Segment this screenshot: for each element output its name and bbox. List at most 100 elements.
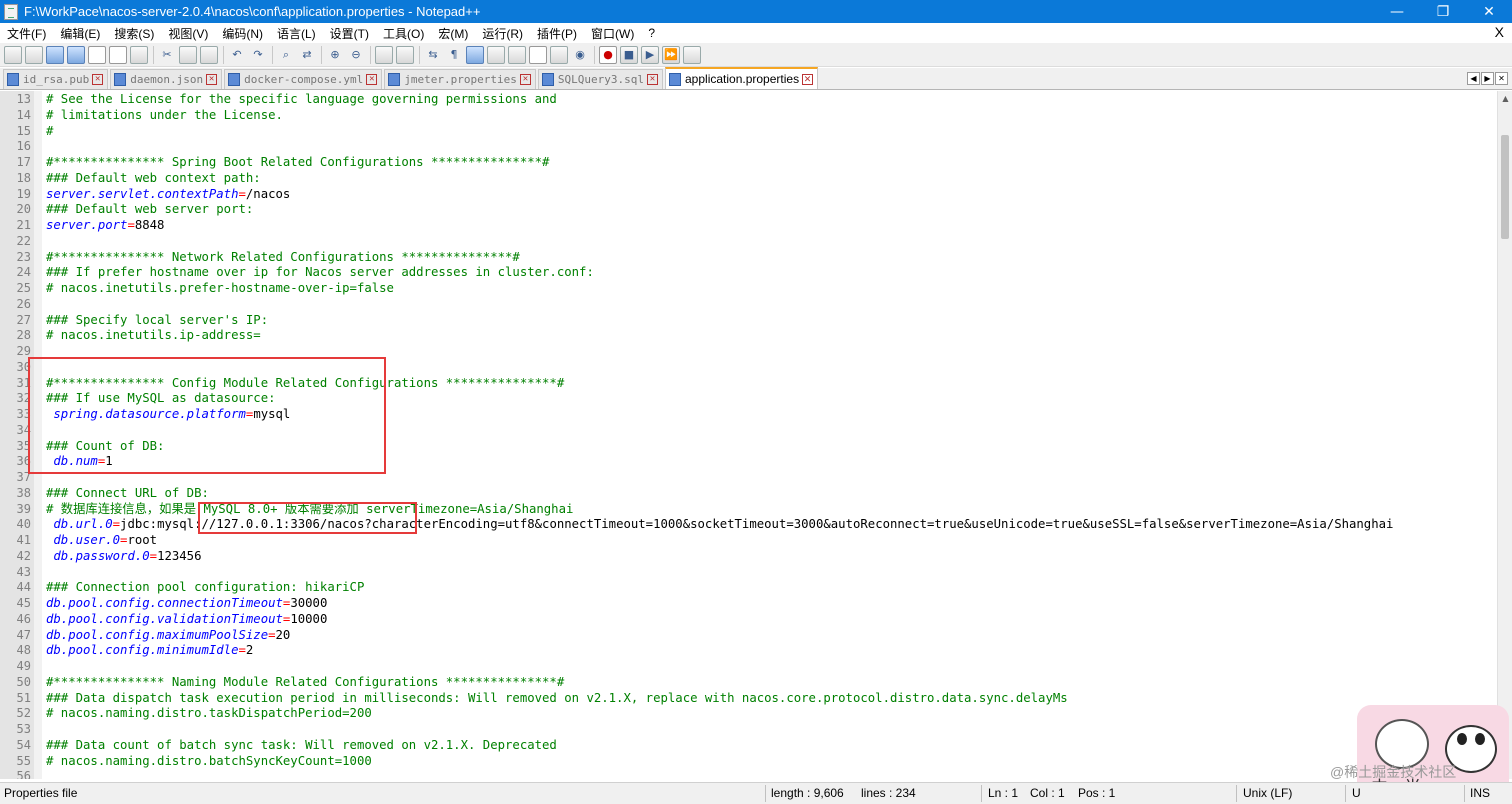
tab-sqlquery3-sql[interactable]: SQLQuery3.sql ✕ (537, 69, 663, 89)
run-macro-multiple-icon[interactable]: ⏩ (662, 45, 680, 64)
line-content: # 数据库连接信息，如果是 MySQL 8.0+ 版本需要添加 serverTi… (46, 502, 573, 518)
save-macro-icon[interactable] (683, 45, 701, 64)
undo-icon[interactable]: ↶ (228, 46, 246, 64)
token-eq: = (238, 186, 246, 201)
close-document-button[interactable]: X (1495, 24, 1504, 40)
close-window-button[interactable]: ✕ (1466, 0, 1512, 23)
tab-close-icon[interactable]: ✕ (206, 74, 218, 85)
replace-icon[interactable]: ⇄ (298, 46, 316, 64)
token-key: db.pool.config.validationTimeout (46, 611, 283, 626)
menu-tools[interactable]: 工具(O) (376, 25, 431, 42)
sync-vertical-icon[interactable] (375, 45, 393, 64)
menu-settings[interactable]: 设置(T) (323, 25, 376, 42)
copy-icon[interactable] (179, 45, 197, 64)
title-bar: F:\WorkPace\nacos-server-2.0.4\nacos\con… (0, 0, 1512, 23)
menu-file[interactable]: 文件(F) (0, 25, 53, 42)
status-lines: lines : 234 (861, 786, 916, 800)
monitor-icon[interactable]: ◉ (571, 46, 589, 64)
user-lang-icon[interactable] (487, 45, 505, 64)
token-key: db.num (53, 454, 98, 469)
play-macro-icon[interactable]: ▶ (641, 45, 659, 64)
maximize-button[interactable]: ❐ (1420, 0, 1466, 23)
close-tab-icon[interactable]: ✕ (1495, 72, 1508, 85)
scroll-up-icon[interactable]: ▲ (1498, 91, 1512, 106)
paste-icon[interactable] (200, 45, 218, 64)
print-icon[interactable] (130, 45, 148, 64)
line-content: db.url.0=jdbc:mysql://127.0.0.1:3306/nac… (46, 517, 1393, 533)
menu-run[interactable]: 运行(R) (475, 25, 530, 42)
tab-close-icon[interactable]: ✕ (92, 74, 104, 85)
line-number: 22 (16, 233, 31, 248)
tab-scroll-left-icon[interactable]: ◀ (1467, 72, 1480, 85)
tab-daemon-json[interactable]: daemon.json ✕ (110, 69, 223, 89)
tab-label: application.properties (685, 72, 800, 86)
menu-edit[interactable]: 编辑(E) (53, 25, 107, 42)
save-icon[interactable] (46, 45, 64, 64)
menu-plugins[interactable]: 插件(P) (530, 25, 584, 42)
stop-macro-icon[interactable]: ■ (620, 45, 638, 64)
word-wrap-icon[interactable]: ⇆ (424, 46, 442, 64)
scrollbar-thumb[interactable] (1501, 135, 1509, 239)
menu-window[interactable]: 窗口(W) (584, 25, 641, 42)
indent-guide-icon[interactable] (466, 45, 484, 64)
watermark-text: @稀土掘金技术社区 (1330, 764, 1457, 780)
menu-search[interactable]: 搜索(S) (107, 25, 161, 42)
tab-close-icon[interactable]: ✕ (519, 74, 531, 85)
token-comment: # (46, 123, 54, 138)
fold-margin (34, 91, 42, 779)
vertical-scrollbar[interactable]: ▲ (1497, 91, 1512, 779)
function-list-icon[interactable] (529, 45, 547, 64)
file-icon (388, 73, 401, 86)
status-divider (1345, 785, 1346, 802)
notepad-app-icon (4, 3, 18, 20)
folder-workspace-icon[interactable] (550, 45, 568, 64)
tab-close-icon[interactable]: ✕ (647, 74, 658, 85)
menu-view[interactable]: 视图(V) (161, 25, 215, 42)
zoom-out-icon[interactable]: ⊖ (347, 46, 365, 64)
menu-help[interactable]: ? (641, 26, 662, 40)
line-number: 26 (16, 296, 31, 311)
status-divider (981, 785, 982, 802)
record-macro-icon[interactable]: ● (599, 45, 617, 64)
minimize-button[interactable]: — (1374, 0, 1420, 23)
cut-icon[interactable]: ✂ (158, 46, 176, 64)
new-file-icon[interactable] (4, 45, 22, 64)
token-comment: ### Connection pool configuration: hikar… (46, 580, 365, 595)
tab-application-properties[interactable]: application.properties ✕ (665, 67, 819, 89)
line-content: db.password.0=123456 (46, 549, 201, 565)
find-icon[interactable]: ⌕ (277, 46, 295, 64)
line-number: 34 (16, 422, 31, 437)
token-comment: ### Connect URL of DB: (46, 485, 209, 500)
token-key: db.pool.config.minimumIdle (46, 643, 239, 658)
tab-scroll-right-icon[interactable]: ▶ (1481, 72, 1494, 85)
menu-macro[interactable]: 宏(M) (431, 25, 475, 42)
sync-horizontal-icon[interactable] (396, 45, 414, 64)
tab-close-icon[interactable]: ✕ (802, 73, 814, 85)
tab-id-rsa-pub[interactable]: id_rsa.pub ✕ (3, 69, 109, 89)
editor-area[interactable]: 13 # See the License for the specific lan… (0, 91, 1497, 779)
menu-encoding[interactable]: 编码(N) (215, 25, 270, 42)
line-number: 14 (16, 107, 31, 122)
redo-icon[interactable]: ↷ (249, 46, 267, 64)
line-number: 20 (16, 202, 31, 217)
doc-map-icon[interactable] (508, 45, 526, 64)
open-file-icon[interactable] (25, 45, 43, 64)
show-all-chars-icon[interactable]: ¶ (445, 46, 463, 64)
close-icon[interactable] (88, 45, 106, 64)
menu-language[interactable]: 语言(L) (270, 25, 323, 42)
token-key: db.pool.config.connectionTimeout (46, 596, 283, 610)
status-encoding: U (1352, 786, 1361, 800)
close-all-icon[interactable] (109, 45, 127, 64)
tab-jmeter-properties[interactable]: jmeter.properties ✕ (384, 69, 536, 89)
token-comment: ### Specify local server's IP: (46, 312, 269, 327)
tab-docker-compose-yml[interactable]: docker-compose.yml ✕ (224, 69, 383, 89)
line-content: db.pool.config.minimumIdle=2 (46, 643, 253, 659)
zoom-in-icon[interactable]: ⊕ (326, 46, 344, 64)
tab-close-icon[interactable]: ✕ (366, 74, 378, 85)
save-all-icon[interactable] (67, 45, 85, 64)
line-content: db.num=1 (46, 454, 112, 470)
token-eq: = (127, 218, 135, 232)
window-controls: — ❐ ✕ (1374, 0, 1512, 23)
line-content: db.pool.config.validationTimeout=10000 (46, 612, 327, 628)
token-comment: ### Default web context path: (46, 170, 261, 185)
